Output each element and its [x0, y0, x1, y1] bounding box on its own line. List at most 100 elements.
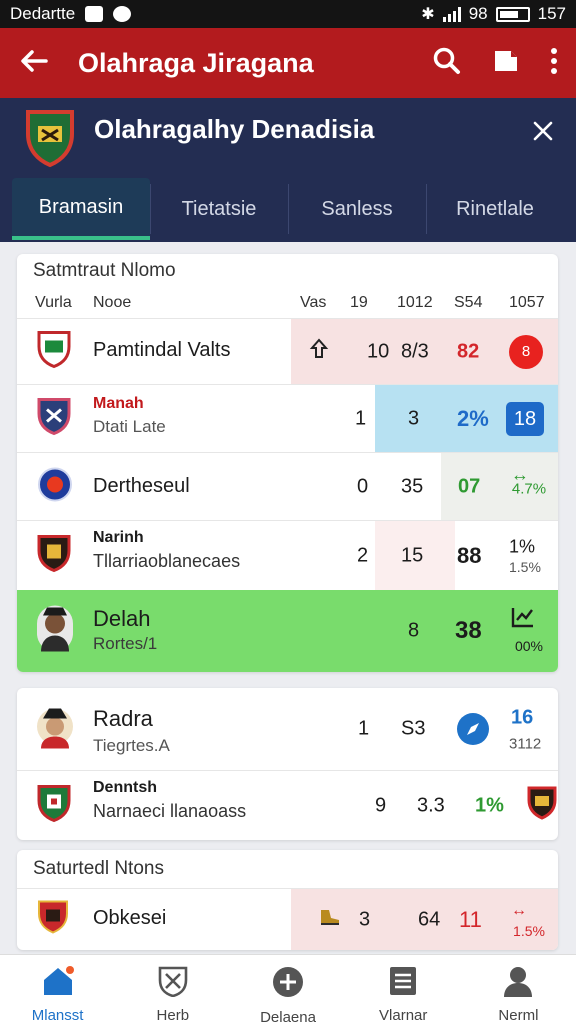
close-icon[interactable] — [532, 120, 554, 147]
club-subtitle: Rortes/1 — [93, 634, 158, 653]
cell-c5-badge: 8 — [509, 334, 543, 369]
cell-c5: 1.5% — [513, 923, 545, 939]
standings-card: Satmtraut Nlomo Vurla Nooe Vas 19 1012 S… — [17, 254, 558, 672]
cell-c3: S3 — [401, 717, 426, 740]
nav-nerml[interactable]: Nerml — [461, 955, 576, 1024]
club-logo-icon — [37, 330, 71, 373]
club-name: Delah — [93, 606, 151, 631]
cell-c3: 3 — [408, 407, 420, 429]
tab-tietatsie[interactable]: Tietatsie — [150, 178, 288, 240]
image-notification-icon — [85, 6, 104, 22]
col-c4: S54 — [454, 294, 483, 311]
item-name: Obkesei — [93, 907, 167, 929]
nav-delaena[interactable]: Delaena — [230, 955, 345, 1024]
team-name: Olahragalhy Denadisia — [94, 114, 375, 144]
cell-c2: 3 — [359, 908, 371, 930]
cell-c2: 10 — [367, 340, 390, 362]
club-name: Pamtindal Valts — [93, 339, 231, 361]
team-crest-icon — [24, 108, 76, 173]
carrier-label: Dedartte — [10, 4, 76, 23]
app-title: Olahraga Jiragana — [78, 47, 314, 78]
search-icon[interactable] — [432, 46, 462, 81]
standings-header: Vurla Nooe Vas 19 1012 S54 1057 — [17, 288, 558, 318]
cell-c2: 1 — [355, 407, 367, 429]
trend-up-icon — [309, 337, 329, 366]
shield-icon — [157, 965, 189, 1001]
list-icon — [388, 965, 418, 1001]
col-c2: 19 — [350, 294, 368, 311]
club-name: Dertheseul — [93, 475, 190, 497]
nav-vlarnar[interactable]: Vlarnar — [346, 955, 461, 1024]
item-subtitle: Narnaeci llanaoass — [93, 801, 247, 821]
standings-row[interactable]: Pamtindal Valts 10 8/3 82 8 — [17, 318, 558, 384]
cell-c4: 11 — [459, 906, 482, 932]
cell-c3: 15 — [401, 544, 424, 566]
cell-c2: 1 — [358, 717, 370, 740]
bottom-nav: Mlansst Herb Delaena Vlarnar Nerml — [0, 954, 576, 1024]
compass-icon[interactable] — [457, 713, 489, 745]
cell-c2: 0 — [357, 475, 369, 497]
team-header: Olahragalhy Denadisia Bramasin Tietatsie… — [0, 98, 576, 242]
nav-vlarnar-label: Vlarnar — [379, 1007, 428, 1024]
app-bar: Olahraga Jiragana — [0, 28, 576, 98]
standings-row[interactable]: Dertheseul 0 35 07 4.7% ↔ — [17, 452, 558, 520]
cell-c4: 1% — [475, 794, 504, 816]
cell-c2: 9 — [375, 794, 387, 816]
tab-sanless[interactable]: Sanless — [288, 178, 426, 240]
battery-icon — [495, 6, 530, 22]
boot-icon — [317, 906, 341, 934]
add-circle-icon — [271, 965, 305, 1003]
cell-c4: 88 — [457, 542, 482, 568]
col-rank: Vurla — [35, 294, 72, 311]
cell-c5-sub: 3112 — [509, 735, 542, 753]
share-icon[interactable] — [492, 47, 520, 80]
standings-title: Satmtraut Nlomo — [33, 260, 176, 281]
col-c5: 1057 — [509, 294, 545, 311]
club-logo-icon — [37, 534, 71, 577]
list-row[interactable]: Radra Tiegrtes.A 1 S3 16 3112 — [17, 688, 558, 770]
section-title: Saturtedl Ntons — [33, 858, 164, 879]
fixtures-card: Radra Tiegrtes.A 1 S3 16 3112 Denntsh Na… — [17, 688, 558, 840]
chat-notification-icon — [113, 6, 132, 22]
item-name: Radra — [93, 706, 153, 731]
tab-bramasin[interactable]: Bramasin — [12, 178, 150, 240]
cell-c5-badge: 18 — [506, 401, 544, 436]
club-logo-icon — [37, 784, 71, 827]
trend-arrows-icon: ↔ — [511, 464, 529, 485]
back-arrow-icon[interactable] — [18, 47, 50, 80]
cell-c4: 38 — [455, 617, 482, 644]
status-bar: Dedartte ✱ 98 157 — [0, 0, 576, 28]
col-c1: Vas — [300, 294, 327, 311]
nav-home[interactable]: Mlansst — [0, 955, 115, 1024]
list-row[interactable]: Obkesei 3 64 11 ↔ 1.5% — [17, 888, 558, 950]
standings-row-highlighted[interactable]: Delah Rortes/1 8 38 00% — [17, 590, 558, 672]
signal-icon — [442, 6, 461, 22]
cell-c2: 2 — [357, 544, 369, 566]
cell-c5: 16 — [511, 706, 534, 729]
tab-bar: Bramasin Tietatsie Sanless Rinetlale — [12, 178, 564, 240]
cell-c4: 07 — [458, 475, 481, 497]
player-avatar — [37, 705, 73, 754]
more-vert-icon[interactable] — [550, 47, 558, 80]
vibrate-icon: ✱ — [421, 6, 435, 23]
cell-c3: 8 — [408, 619, 420, 642]
cell-c5: 1% — [509, 536, 536, 557]
cell-c3: 8/3 — [401, 340, 429, 362]
standings-row[interactable]: Narinh Tllarriaoblanecaes 2 15 88 1% 1.5… — [17, 520, 558, 590]
club-name: Manah — [93, 395, 144, 412]
list-row[interactable]: Denntsh Narnaeci llanaoass 9 3.3 1% — [17, 770, 558, 840]
nav-nerml-label: Nerml — [498, 1007, 539, 1024]
tab-rinetlale[interactable]: Rinetlale — [426, 178, 564, 240]
nav-herb[interactable]: Herb — [115, 955, 230, 1024]
nav-delaena-label: Delaena — [260, 1009, 316, 1024]
club-name: Narinh — [93, 529, 144, 546]
col-c3: 1012 — [397, 294, 433, 311]
home-icon — [41, 965, 75, 1001]
standings-row[interactable]: Manah Dtati Late 1 3 2% 18 — [17, 384, 558, 452]
trend-arrows-icon: ↔ — [511, 902, 527, 919]
cell-c3: 35 — [401, 475, 424, 497]
cell-c3: 3.3 — [417, 794, 445, 816]
item-name: Denntsh — [93, 779, 157, 796]
nav-home-label: Mlansst — [31, 1007, 84, 1024]
cell-c3: 64 — [418, 908, 441, 930]
